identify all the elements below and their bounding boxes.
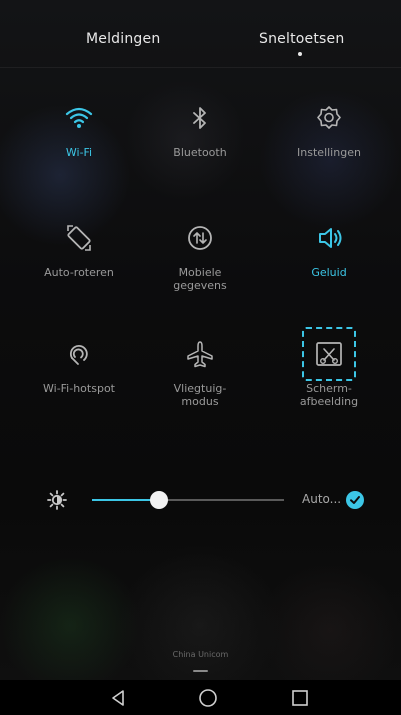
brightness-slider-fill <box>92 499 160 501</box>
tab-shortcuts[interactable]: Sneltoetsen <box>259 31 344 47</box>
brightness-control: Auto... <box>0 480 401 520</box>
active-tab-indicator <box>298 52 302 56</box>
auto-rotate-icon <box>67 225 91 251</box>
brightness-slider[interactable] <box>92 491 284 509</box>
back-icon <box>112 690 124 706</box>
recent-apps-button[interactable] <box>280 683 320 713</box>
toggle-label: Scherm- afbeelding <box>299 382 359 408</box>
toggle-auto-rotate[interactable]: Auto-roteren <box>24 223 134 279</box>
toggle-label: Wi-Fi-hotspot <box>43 382 115 395</box>
toggle-label: Vliegtuig- modus <box>173 382 227 408</box>
check-icon <box>350 496 360 504</box>
recent-apps-icon <box>292 690 308 706</box>
toggle-hotspot[interactable]: Wi-Fi-hotspot <box>24 339 134 395</box>
mobile-data-icon <box>188 226 212 250</box>
gear-icon <box>317 106 341 129</box>
toggle-label: Geluid <box>311 266 347 279</box>
carrier-name: China Unicom <box>172 650 229 659</box>
navigation-bar <box>0 680 401 715</box>
toggle-label: Bluetooth <box>173 146 227 159</box>
speaker-icon <box>319 228 342 248</box>
home-icon <box>199 689 217 707</box>
home-button[interactable] <box>188 683 228 713</box>
toggle-settings[interactable]: Instellingen <box>274 103 384 159</box>
bluetooth-icon <box>193 107 206 129</box>
toggle-label: Wi-Fi <box>65 146 93 159</box>
divider <box>0 67 401 68</box>
toggle-label: Instellingen <box>297 146 361 159</box>
toggle-mobile-data[interactable]: Mobiele gegevens <box>145 223 255 292</box>
hotspot-icon <box>69 345 88 365</box>
panel-tabs: Meldingen Sneltoetsen <box>0 0 401 68</box>
tab-notifications[interactable]: Meldingen <box>86 31 160 47</box>
toggle-label: Auto-roteren <box>44 266 114 279</box>
toggle-sound[interactable]: Geluid <box>274 223 384 279</box>
back-button[interactable] <box>99 683 139 713</box>
drag-handle[interactable] <box>193 670 208 672</box>
toggle-airplane-mode[interactable]: Vliegtuig- modus <box>145 339 255 408</box>
auto-brightness-label: Auto... <box>302 492 342 506</box>
toggle-label: Mobiele gegevens <box>173 266 227 292</box>
airplane-icon <box>187 341 213 368</box>
brightness-icon <box>47 490 67 510</box>
screenshot-icon <box>316 342 342 366</box>
toggle-screenshot[interactable]: Scherm- afbeelding <box>274 327 384 408</box>
highlight-frame <box>302 327 356 381</box>
quick-settings-panel: Meldingen Sneltoetsen Wi-Fi Bluetooth In… <box>0 0 401 715</box>
toggle-bluetooth[interactable]: Bluetooth <box>145 103 255 159</box>
toggle-wifi[interactable]: Wi-Fi <box>24 103 134 159</box>
wifi-icon <box>65 107 93 128</box>
auto-brightness-checkbox[interactable] <box>346 491 364 509</box>
brightness-slider-thumb[interactable] <box>150 491 169 509</box>
